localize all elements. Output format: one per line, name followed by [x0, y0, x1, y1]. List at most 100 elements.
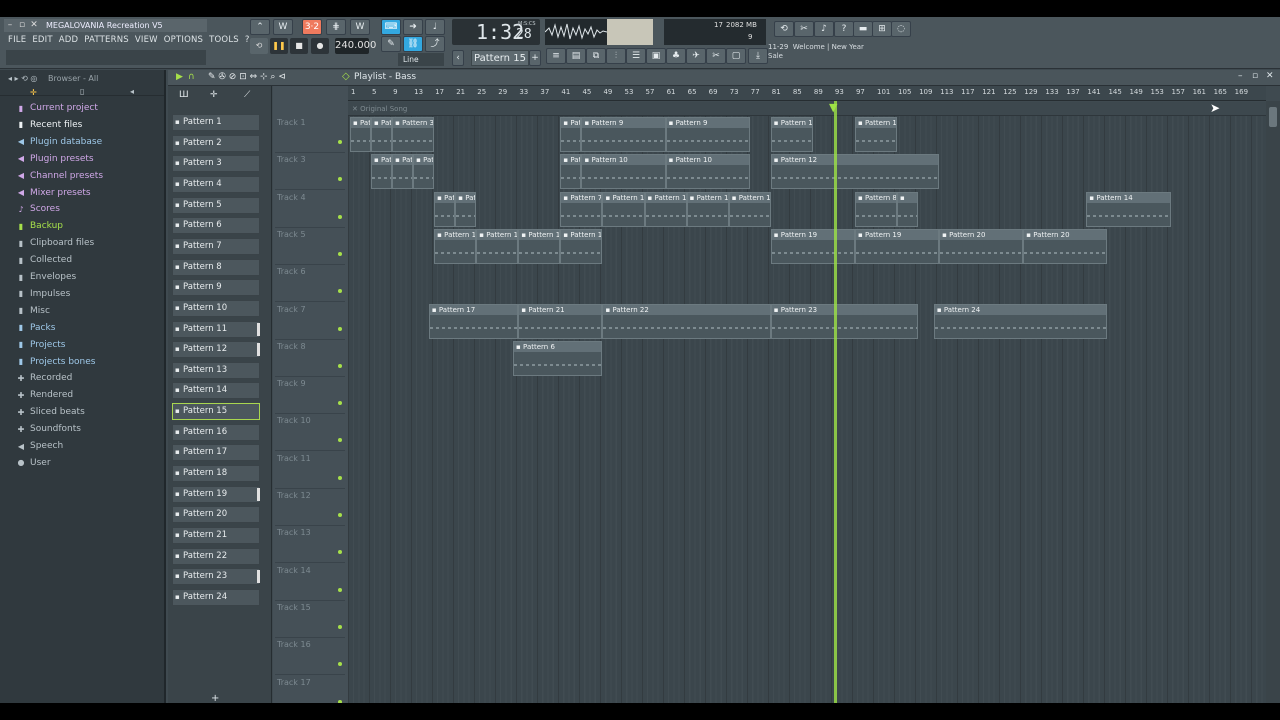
window-icon[interactable]: ▢ — [726, 48, 746, 64]
pattern-clip[interactable]: Pattern 18 — [686, 191, 729, 227]
playhead-marker-icon[interactable]: ▼ — [829, 101, 837, 114]
song-mode-icon[interactable]: ⟲ — [250, 38, 268, 54]
browser-item-envelopes[interactable]: ▮ Envelopes — [16, 269, 76, 285]
mixer-icon[interactable]: ⫶ — [606, 48, 626, 64]
wait-icon[interactable]: W — [273, 19, 293, 35]
pattern-clip[interactable]: Pattern 19 — [770, 228, 855, 264]
news-panel[interactable]: 11-29 Welcome | New Year Sale — [768, 43, 878, 67]
tempo-display[interactable]: 240.000 — [335, 38, 376, 54]
pattern-clip[interactable]: Pattern 9 — [581, 117, 666, 152]
browser-item-recent-files[interactable]: ▮ Recent files — [16, 117, 83, 133]
menu-item-patterns[interactable]: PATTERNS — [84, 35, 129, 45]
browser-item-projects-bones[interactable]: ▮ Projects bones — [16, 354, 96, 370]
pattern-clip[interactable]: Pattern 24 — [933, 303, 1108, 339]
playhead[interactable] — [834, 101, 837, 703]
browser-item-user[interactable]: ● User — [16, 455, 51, 471]
track-mute-led[interactable] — [338, 326, 342, 331]
pattern-list-item[interactable]: Pattern 4 — [172, 175, 260, 193]
pattern-clip[interactable]: Pattern 4 — [392, 154, 414, 190]
track-header[interactable]: Track 16 — [275, 638, 345, 676]
pattern-clip[interactable]: Pattern 1 — [371, 117, 393, 152]
browser-item-recorded[interactable]: ✚ Recorded — [16, 370, 73, 386]
pattern-list-item[interactable]: Pattern 20 — [172, 506, 260, 524]
track-header[interactable]: Track 8 — [275, 340, 345, 377]
arrangement-grid[interactable]: Pattern 1Pattern 1Pattern 3Pattern 5Patt… — [348, 116, 1266, 703]
draw-mode-icon[interactable]: ✎ — [381, 36, 401, 52]
help-icon[interactable]: ? — [834, 21, 854, 37]
playlist-close-icon[interactable]: ✕ — [1266, 71, 1274, 81]
pattern-clip[interactable]: Pattern 20 — [1023, 228, 1108, 264]
countdown-icon[interactable]: 3·2 — [302, 19, 322, 35]
pattern-clip[interactable]: Pattern 20 — [939, 228, 1024, 264]
mic-icon[interactable]: ♪ — [814, 21, 834, 37]
pattern-list-item[interactable]: Pattern 7 — [172, 237, 260, 255]
picker-slice-icon[interactable]: ⟋ — [244, 90, 250, 100]
pattern-list-item[interactable]: Pattern 3 — [172, 155, 260, 173]
browser-item-soundfonts[interactable]: ✚ Soundfonts — [16, 421, 81, 437]
snap-select[interactable]: Line — [398, 53, 444, 66]
channel-rack-icon[interactable]: ⧉ — [586, 48, 606, 64]
track-header[interactable]: Track 14 — [275, 564, 345, 601]
browser-options-icon[interactable]: ◂ ▸ ⟲ ◎ — [8, 74, 37, 83]
pattern-list-item[interactable]: Pattern 12 — [172, 341, 260, 359]
pattern-clip[interactable]: Pattern 15 — [518, 228, 561, 264]
track-mute-led[interactable] — [338, 214, 342, 219]
scroll-thumb[interactable] — [1269, 107, 1277, 127]
pattern-clip[interactable]: Pattern 4 — [560, 154, 582, 190]
pattern-clip[interactable]: Pattern 10 — [581, 154, 666, 190]
typing-keyboard-icon[interactable]: ⌨ — [381, 19, 401, 35]
track-mute-led[interactable] — [338, 662, 342, 667]
track-mute-led[interactable] — [338, 140, 342, 144]
pattern-clip[interactable]: Pattern 15 — [434, 228, 477, 264]
pattern-clip[interactable]: Pattern 18 — [728, 191, 771, 227]
menu-item-tools[interactable]: TOOLS — [209, 35, 239, 45]
pattern-clip[interactable]: Pattern 11 — [770, 117, 813, 152]
playlist-tools-icon[interactable]: ✎ ✇ ⊘ ⊡ ⇔ ⊹ ⌕ ⊲ — [208, 72, 286, 82]
pattern-clip[interactable]: Pattern 15 — [476, 228, 519, 264]
project-info-icon[interactable]: ✈ — [686, 48, 706, 64]
pattern-list-item[interactable]: Pattern 24 — [172, 588, 260, 606]
pattern-list-item[interactable]: Pattern 14 — [172, 382, 260, 400]
track-header[interactable]: Track 3 — [275, 153, 345, 191]
pattern-list-item[interactable]: Pattern 21 — [172, 527, 260, 544]
track-mute-led[interactable] — [338, 587, 342, 592]
browser-item-clipboard-files[interactable]: ▮ Clipboard files — [16, 235, 94, 251]
track-header[interactable]: Track 17 — [275, 676, 345, 703]
pattern-list-item[interactable]: Pattern 6 — [172, 217, 260, 235]
browser-item-channel-presets[interactable]: ◀ Channel presets — [16, 168, 103, 184]
browser-icon[interactable]: ☰ — [626, 48, 646, 64]
master-volume-meter[interactable] — [607, 19, 653, 45]
pattern-list-item[interactable]: Pattern 18 — [172, 465, 260, 483]
minimize-icon[interactable]: – — [4, 20, 16, 31]
browser-collapse-icon[interactable]: ✛ — [30, 88, 37, 97]
track-header[interactable]: Track 4 — [275, 191, 345, 228]
track-mute-led[interactable] — [338, 513, 342, 517]
menu-item-view[interactable]: VIEW — [135, 35, 158, 45]
pattern-clip[interactable]: Pattern 2 — [371, 154, 393, 190]
browser-item-projects[interactable]: ▮ Projects — [16, 337, 66, 353]
pattern-clip[interactable]: Pattern 1 — [350, 117, 372, 152]
pattern-clip[interactable]: Pattern 23 — [770, 303, 919, 339]
multilink-icon[interactable]: ⤴ — [425, 36, 445, 52]
browser-item-impulses[interactable]: ▮ Impulses — [16, 286, 70, 302]
browser-file-icon[interactable]: ▯ — [80, 87, 84, 96]
track-mute-led[interactable] — [338, 251, 342, 256]
recording-filter-icon[interactable]: ♩ — [425, 19, 445, 35]
pattern-list-item[interactable]: Pattern 9 — [172, 279, 260, 297]
chat-icon[interactable]: ◌ — [891, 21, 911, 37]
menu-item-file[interactable]: FILE — [8, 35, 26, 45]
pattern-clip[interactable] — [897, 191, 919, 227]
pattern-clip[interactable]: Pattern 18 — [602, 191, 645, 227]
track-mute-led[interactable] — [338, 438, 342, 443]
pattern-clip[interactable]: Pattern 3 — [392, 117, 435, 152]
pattern-list-item[interactable]: Pattern 16 — [172, 423, 260, 441]
link-icon[interactable]: ⛓ — [403, 36, 423, 52]
undo-icon[interactable]: ⟲ — [774, 21, 794, 37]
export-icon[interactable]: ⊞ — [872, 21, 892, 37]
menu-item-options[interactable]: OPTIONS — [164, 35, 203, 45]
pattern-add-icon[interactable]: + — [529, 50, 541, 66]
playlist-icon[interactable]: ≡ — [546, 48, 566, 64]
pattern-clip[interactable]: Pattern 17 — [428, 303, 519, 339]
pattern-list-item[interactable]: Pattern 5 — [172, 196, 260, 214]
browser-item-collected[interactable]: ▮ Collected — [16, 252, 72, 268]
